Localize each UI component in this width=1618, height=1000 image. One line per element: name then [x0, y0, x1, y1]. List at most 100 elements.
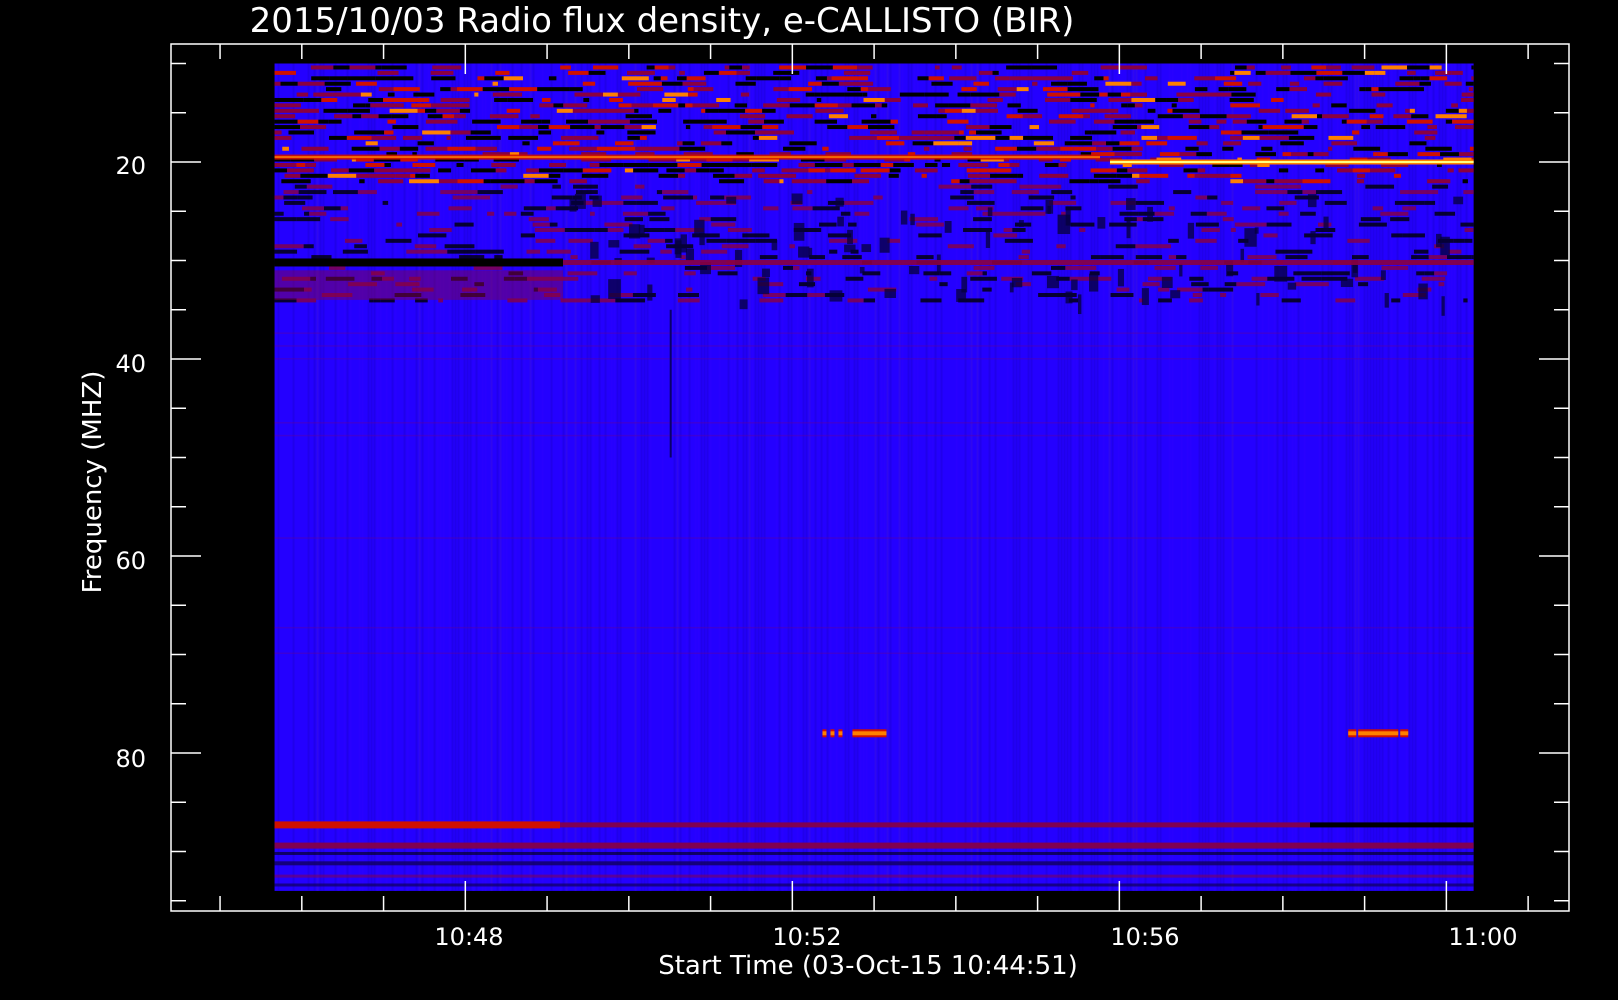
- interference-cell: [457, 87, 483, 92]
- interference-cell: [935, 103, 949, 108]
- interference-cell: [1424, 135, 1436, 140]
- interference-cell: [1230, 70, 1235, 75]
- interference-cell: [1251, 276, 1268, 281]
- spectrogram-stripe: [1006, 63, 1009, 891]
- interference-cell: [967, 173, 991, 178]
- interference-cell: [842, 255, 862, 260]
- interference-cell: [661, 81, 683, 86]
- spectrogram-stripe: [898, 63, 901, 891]
- spectrogram-stripe: [1144, 63, 1147, 891]
- interference-cell: [1321, 271, 1350, 276]
- interference-cell: [492, 92, 523, 97]
- interference-cell: [609, 97, 623, 102]
- interference-cell: [664, 227, 676, 232]
- interference-cell: [357, 190, 377, 195]
- dark-blotch: [1187, 222, 1195, 239]
- interference-cell: [1266, 206, 1285, 211]
- spectrogram-stripe: [484, 63, 487, 891]
- interference-cell: [654, 65, 669, 70]
- interference-cell: [873, 195, 883, 200]
- spectrogram-stripe: [439, 63, 442, 891]
- interference-cell: [472, 119, 501, 124]
- spectral-band: [274, 874, 1474, 878]
- interference-cell: [719, 179, 745, 184]
- interference-cell: [356, 173, 370, 178]
- interference-cell: [1438, 282, 1445, 287]
- interference-cell: [653, 103, 679, 108]
- interference-cell: [1248, 222, 1261, 227]
- interference-cell: [1444, 81, 1462, 86]
- interference-cell: [1291, 114, 1318, 119]
- interference-cell: [1463, 298, 1468, 303]
- dark-blotch: [675, 240, 682, 258]
- dark-blotch: [847, 229, 853, 245]
- interference-cell: [1021, 249, 1031, 254]
- interference-cell: [287, 168, 314, 173]
- interference-cell: [1135, 244, 1143, 249]
- interference-cell: [969, 179, 989, 184]
- spectrogram-stripe: [874, 63, 877, 891]
- dark-blotch: [1323, 216, 1329, 231]
- interference-cell: [751, 162, 778, 167]
- interference-cell: [1376, 103, 1393, 108]
- interference-cell: [1358, 222, 1387, 227]
- interference-cell: [779, 76, 792, 81]
- interference-cell: [893, 238, 901, 243]
- interference-cell: [470, 168, 496, 173]
- dark-blotch: [910, 213, 915, 226]
- interference-cell: [1372, 206, 1384, 211]
- spectrogram-stripe: [1186, 63, 1189, 891]
- interference-cell: [1246, 119, 1267, 124]
- interference-cell: [615, 141, 634, 146]
- spectrogram-stripe: [901, 63, 904, 891]
- interference-cell: [1315, 190, 1343, 195]
- interference-cell: [348, 168, 375, 173]
- interference-cell: [1228, 87, 1247, 92]
- interference-cell: [1080, 92, 1100, 97]
- interference-cell: [1222, 217, 1234, 222]
- interference-cell: [762, 125, 779, 130]
- interference-cell: [762, 108, 776, 113]
- interference-cell: [1003, 146, 1017, 151]
- interference-cell: [854, 211, 870, 216]
- spectrogram-stripe: [1348, 63, 1351, 891]
- interference-cell: [490, 179, 514, 184]
- spectrogram-stripe: [427, 63, 430, 891]
- interference-cell: [1097, 276, 1112, 281]
- interference-cell: [1067, 81, 1087, 86]
- interference-cell: [1276, 87, 1290, 92]
- spectrogram-stripe: [928, 63, 931, 891]
- interference-cell: [798, 162, 815, 167]
- interference-cell: [1334, 70, 1343, 75]
- interference-cell: [664, 92, 688, 97]
- interference-cell: [1134, 119, 1154, 124]
- interference-cell: [684, 168, 697, 173]
- interference-cell: [1365, 87, 1372, 92]
- interference-cell: [621, 76, 649, 81]
- interference-cell: [1378, 87, 1403, 92]
- interference-cell: [1109, 222, 1137, 227]
- interference-cell: [821, 81, 839, 86]
- interference-cell: [546, 206, 556, 211]
- interference-cell: [1232, 119, 1240, 124]
- interference-cell: [1206, 173, 1231, 178]
- interference-cell: [1060, 146, 1074, 151]
- interference-cell: [1425, 146, 1452, 151]
- interference-cell: [838, 81, 844, 86]
- interference-cell: [971, 184, 993, 189]
- interference-cell: [1471, 255, 1474, 260]
- interference-cell: [1168, 206, 1175, 211]
- interference-cell: [663, 195, 694, 200]
- interference-cell: [403, 168, 431, 173]
- interference-cell: [1201, 227, 1220, 232]
- interference-cell: [808, 168, 825, 173]
- interference-cell: [1364, 70, 1375, 75]
- interference-cell: [1119, 141, 1140, 146]
- interference-cell: [845, 276, 864, 281]
- interference-cell: [1258, 125, 1263, 130]
- interference-cell: [305, 162, 317, 167]
- interference-cell: [1347, 238, 1370, 243]
- interference-cell: [1031, 65, 1058, 70]
- interference-cell: [389, 108, 418, 113]
- interference-cell: [805, 92, 815, 97]
